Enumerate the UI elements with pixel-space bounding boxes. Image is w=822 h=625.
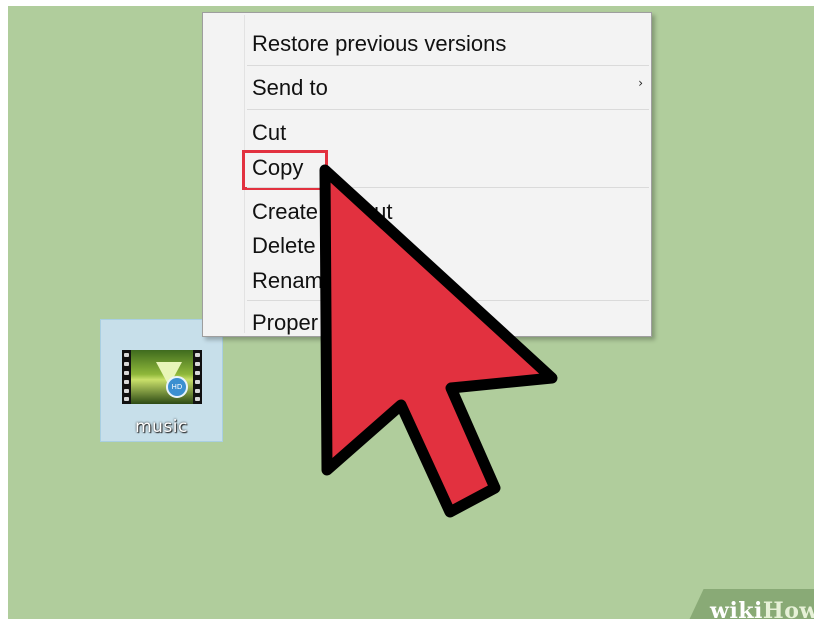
- large-cursor-arrow-icon: [319, 164, 558, 518]
